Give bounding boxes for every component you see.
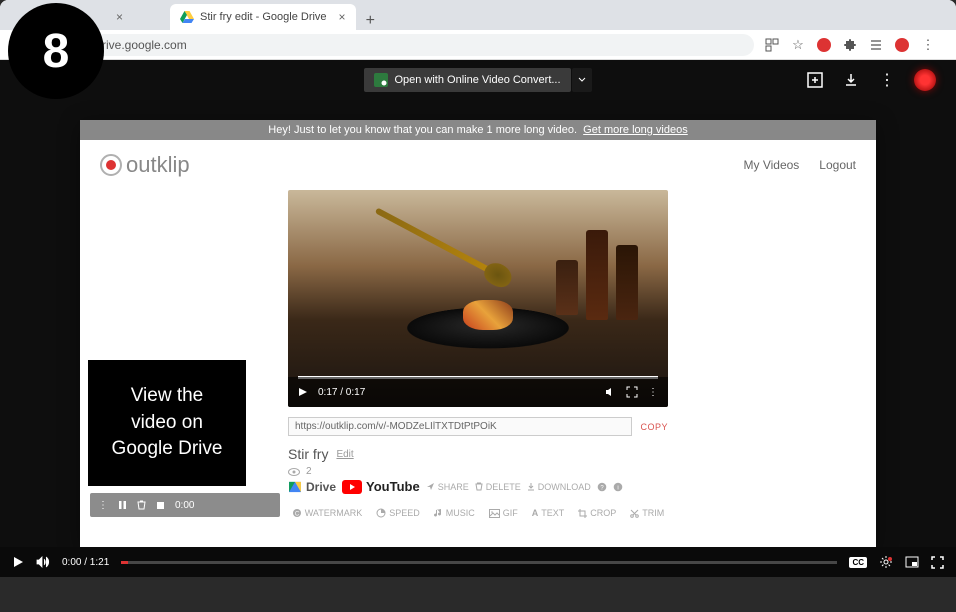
new-tab-button[interactable]: + bbox=[356, 12, 385, 30]
promo-banner: Hey! Just to let you know that you can m… bbox=[80, 120, 876, 140]
drive-viewer: Open with Online Video Convert... ⋮ Hey!… bbox=[0, 60, 956, 577]
drive-progress-bar[interactable] bbox=[121, 561, 837, 564]
crop-button[interactable]: CROP bbox=[578, 508, 616, 518]
trash-icon[interactable] bbox=[137, 500, 146, 510]
drive-icon bbox=[289, 481, 301, 491]
youtube-icon bbox=[342, 480, 362, 494]
cc-button[interactable]: CC bbox=[849, 557, 867, 568]
video-title: Stir fry bbox=[288, 446, 328, 462]
video-controls: 0:17 / 0:17 ⋮ bbox=[288, 377, 668, 407]
menu-lines-icon[interactable] bbox=[868, 37, 884, 53]
stop-icon[interactable] bbox=[156, 501, 165, 510]
tab-title: Stir fry edit - Google Drive bbox=[200, 11, 327, 23]
drive-favicon bbox=[180, 10, 194, 24]
url-field[interactable]: rive.google.com bbox=[90, 34, 754, 56]
play-icon[interactable] bbox=[298, 387, 308, 397]
extension-icon-1[interactable] bbox=[816, 37, 832, 53]
add-to-drive-icon[interactable] bbox=[806, 71, 824, 89]
outklip-header: outklip My Videos Logout bbox=[80, 140, 876, 190]
close-icon[interactable]: × bbox=[339, 10, 346, 24]
qr-icon[interactable] bbox=[764, 37, 780, 53]
kebab-icon[interactable]: ⋮ bbox=[878, 71, 896, 89]
gif-button[interactable]: GIF bbox=[489, 508, 518, 518]
share-button[interactable]: SHARE bbox=[426, 482, 469, 492]
download-icon[interactable] bbox=[842, 71, 860, 89]
download-button[interactable]: DOWNLOAD bbox=[527, 482, 591, 492]
edit-tools-row: CWATERMARK SPEED MUSIC GIF ATEXT CROP TR… bbox=[288, 508, 668, 518]
eye-icon bbox=[288, 468, 300, 476]
settings-icon[interactable] bbox=[879, 555, 893, 569]
music-button[interactable]: MUSIC bbox=[434, 508, 475, 518]
miniplayer-icon[interactable] bbox=[905, 556, 919, 568]
star-icon[interactable]: ☆ bbox=[790, 37, 806, 53]
app-icon bbox=[374, 73, 388, 87]
copy-button[interactable]: COPY bbox=[640, 422, 668, 432]
drive-top-bar: Open with Online Video Convert... ⋮ bbox=[0, 60, 956, 100]
views-row: 2 bbox=[288, 466, 668, 477]
drive-bottom-bar: 0:00 / 1:21 CC bbox=[0, 547, 956, 577]
share-url-row: https://outklip.com/v/-MODZeLIlTXTDtPtPO… bbox=[288, 417, 668, 436]
mini-control-bar: ⋮ 0:00 bbox=[90, 493, 280, 517]
browser-tab-2[interactable]: Stir fry edit - Google Drive × bbox=[170, 4, 356, 30]
video-thumbnail bbox=[288, 190, 668, 407]
kebab-icon[interactable]: ⋮ bbox=[920, 37, 936, 53]
open-with-dropdown[interactable] bbox=[572, 68, 592, 92]
help-icon[interactable]: ? bbox=[597, 482, 607, 492]
drive-button[interactable]: Drive bbox=[288, 480, 336, 494]
svg-text:C: C bbox=[295, 512, 300, 518]
drive-top-actions: ⋮ bbox=[806, 69, 936, 91]
outklip-nav: My Videos Logout bbox=[743, 158, 856, 172]
nav-logout[interactable]: Logout bbox=[819, 158, 856, 172]
volume-icon[interactable] bbox=[36, 556, 50, 568]
kebab-icon[interactable]: ⋮ bbox=[98, 500, 108, 511]
player-time: 0:17 / 0:17 bbox=[318, 387, 365, 398]
extension-icon-2[interactable] bbox=[894, 37, 910, 53]
video-player[interactable]: 0:17 / 0:17 ⋮ bbox=[288, 190, 668, 407]
browser-tab-1[interactable]: × bbox=[100, 4, 170, 30]
record-icon[interactable] bbox=[914, 69, 936, 91]
edit-title-link[interactable]: Edit bbox=[336, 449, 353, 460]
youtube-button[interactable]: YouTube bbox=[342, 479, 420, 494]
step-number-badge: 8 bbox=[8, 3, 104, 99]
extension-icons: ☆ ⋮ bbox=[764, 37, 946, 53]
address-bar: rive.google.com ☆ ⋮ bbox=[0, 30, 956, 60]
fullscreen-icon[interactable] bbox=[931, 556, 944, 569]
share-url-field[interactable]: https://outklip.com/v/-MODZeLIlTXTDtPtPO… bbox=[288, 417, 632, 436]
kebab-icon[interactable]: ⋮ bbox=[648, 387, 658, 398]
chevron-down-icon bbox=[578, 76, 586, 84]
view-count: 2 bbox=[306, 466, 312, 477]
logo-icon bbox=[100, 154, 122, 176]
svg-text:i: i bbox=[617, 485, 618, 491]
info-icon[interactable]: i bbox=[613, 482, 623, 492]
trim-button[interactable]: TRIM bbox=[630, 508, 664, 518]
volume-icon[interactable] bbox=[604, 386, 616, 398]
instruction-caption: View the video on Google Drive bbox=[88, 360, 246, 486]
puzzle-icon[interactable] bbox=[842, 37, 858, 53]
outklip-logo[interactable]: outklip bbox=[100, 152, 190, 178]
delete-button[interactable]: DELETE bbox=[475, 482, 521, 492]
drive-time: 0:00 / 1:21 bbox=[62, 557, 109, 568]
mini-time: 0:00 bbox=[175, 500, 194, 511]
share-targets-row: Drive YouTube SHARE DELETE DOWNLOAD ? i bbox=[288, 479, 668, 494]
nav-my-videos[interactable]: My Videos bbox=[743, 158, 799, 172]
banner-link[interactable]: Get more long videos bbox=[583, 124, 688, 136]
tab-bar: × Stir fry edit - Google Drive × + bbox=[0, 0, 956, 30]
browser-chrome: × Stir fry edit - Google Drive × + rive.… bbox=[0, 0, 956, 60]
open-with-button[interactable]: Open with Online Video Convert... bbox=[364, 68, 570, 92]
watermark-button[interactable]: CWATERMARK bbox=[292, 508, 363, 518]
pause-icon[interactable] bbox=[118, 500, 127, 510]
fullscreen-icon[interactable] bbox=[626, 386, 638, 398]
title-row: Stir fry Edit bbox=[288, 446, 668, 462]
text-button[interactable]: ATEXT bbox=[532, 508, 565, 518]
close-icon[interactable]: × bbox=[116, 10, 123, 24]
speed-button[interactable]: SPEED bbox=[376, 508, 420, 518]
play-icon[interactable] bbox=[12, 556, 24, 568]
